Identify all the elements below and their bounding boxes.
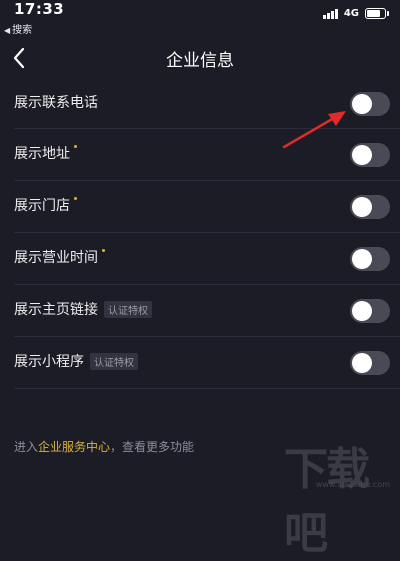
certified-badge: 认证特权 (104, 300, 152, 318)
footer-prefix: 进入 (14, 440, 39, 454)
required-dot-icon (74, 145, 77, 148)
status-indicators: 4G (322, 8, 389, 19)
nav-bar: 企业信息 (0, 38, 400, 78)
signal-icon (322, 8, 338, 19)
toggle-show-store[interactable] (350, 195, 390, 219)
setting-label: 展示地址 (14, 143, 77, 163)
battery-icon (365, 8, 389, 19)
setting-label: 展示联系电话 (14, 95, 98, 111)
network-type: 4G (343, 8, 359, 19)
footer-hint: 进入企业服务中心，查看更多功能 (14, 438, 194, 455)
watermark-url: www.xiazaiba.com (315, 480, 390, 489)
setting-label: 展示门店 (14, 195, 77, 215)
setting-label: 展示主页链接 认证特权 (14, 299, 152, 319)
back-app-label: 搜索 (12, 25, 33, 36)
back-to-app-link[interactable]: ◀ 搜索 (4, 21, 32, 36)
setting-label: 展示营业时间 (14, 247, 105, 267)
setting-row-miniprogram: 展示小程序 认证特权 (14, 337, 400, 389)
setting-row-store: 展示门店 (14, 181, 400, 233)
toggle-show-homepage[interactable] (350, 299, 390, 323)
setting-row-homepage: 展示主页链接 认证特权 (14, 285, 400, 337)
setting-label: 展示小程序 认证特权 (14, 351, 138, 371)
status-bar: 17:33 ◀ 搜索 4G (0, 0, 400, 38)
footer-suffix: ，查看更多功能 (110, 440, 195, 454)
toggle-show-address[interactable] (350, 143, 390, 167)
certified-badge: 认证特权 (90, 352, 138, 370)
red-arrow-annotation-icon (282, 111, 346, 149)
page-title: 企业信息 (166, 51, 234, 71)
status-time: 17:33 (14, 0, 65, 18)
setting-row-hours: 展示营业时间 (14, 233, 400, 285)
toggle-show-phone[interactable] (350, 92, 390, 116)
enterprise-service-center-link[interactable]: 企业服务中心 (38, 440, 110, 454)
watermark-logo: 下载吧 (284, 444, 370, 559)
required-dot-icon (102, 249, 105, 252)
toggle-show-miniprogram[interactable] (350, 351, 390, 375)
toggle-show-hours[interactable] (350, 247, 390, 271)
back-triangle-icon: ◀ (4, 26, 11, 35)
required-dot-icon (74, 197, 77, 200)
